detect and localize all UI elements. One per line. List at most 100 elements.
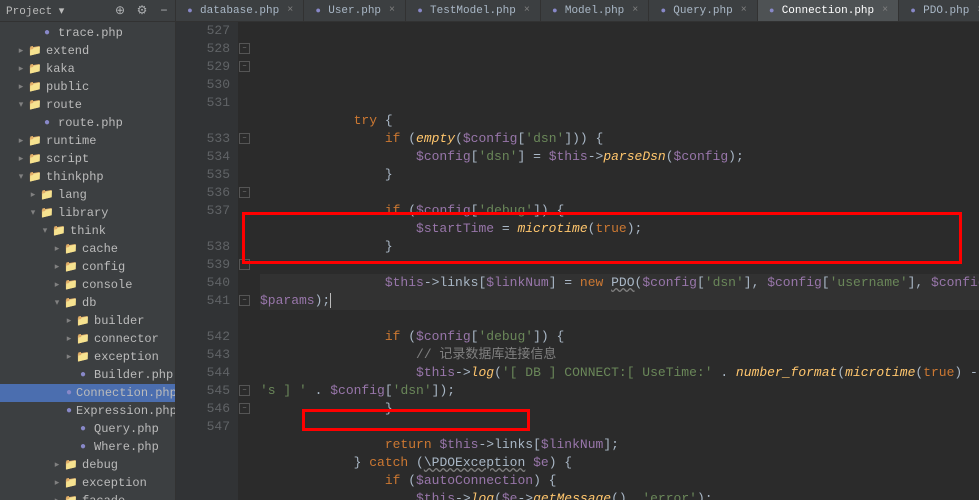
tab-model-php[interactable]: Model.php [541,0,649,21]
tree-item-builder-php[interactable]: Builder.php [0,366,175,384]
tab-pdo-php[interactable]: PDO.php [899,0,979,21]
tree-arrow[interactable] [52,298,62,308]
tree-item-public[interactable]: public [0,78,175,96]
gear-icon[interactable]: ⚙ [135,4,149,18]
tree-arrow[interactable] [64,316,74,326]
code-line[interactable] [260,310,979,328]
fold-marker[interactable] [239,385,250,396]
fold-marker[interactable] [239,43,250,54]
code-line[interactable]: $this->links[$linkNum] = new PDO($config… [260,274,979,292]
tree-item-think[interactable]: think [0,222,175,240]
code-line[interactable]: } [260,238,979,256]
tree-item-db[interactable]: db [0,294,175,312]
tree-item-thinkphp[interactable]: thinkphp [0,168,175,186]
tree-item-query-php[interactable]: Query.php [0,420,175,438]
tree-arrow[interactable] [52,496,62,500]
code-line[interactable] [260,94,979,112]
code-line[interactable]: $params); [260,292,979,310]
code-line[interactable] [260,184,979,202]
tree-arrow[interactable] [16,100,26,110]
tree-item-expression-php[interactable]: Expression.php [0,402,175,420]
tree-item-lang[interactable]: lang [0,186,175,204]
close-icon[interactable] [880,6,890,16]
tree-arrow[interactable] [16,82,26,92]
code-line[interactable]: if ($config['debug']) { [260,202,979,220]
code-content[interactable]: try { if (empty($config['dsn'])) { $conf… [252,22,979,500]
tree-arrow[interactable] [52,478,62,488]
code-line[interactable] [260,256,979,274]
tree-arrow[interactable] [28,190,38,200]
fold-marker[interactable] [239,187,250,198]
tree-item-extend[interactable]: extend [0,42,175,60]
tree-item-exception[interactable]: exception [0,474,175,492]
fold-marker[interactable] [239,61,250,72]
tree-item-cache[interactable]: cache [0,240,175,258]
code-line[interactable]: // 记录数据库连接信息 [260,346,979,364]
code-line[interactable] [260,418,979,436]
close-icon[interactable] [387,6,397,16]
tree-item-route-php[interactable]: route.php [0,114,175,132]
tree-item-builder[interactable]: builder [0,312,175,330]
tree-item-config[interactable]: config [0,258,175,276]
tree-item-kaka[interactable]: kaka [0,60,175,78]
tree-item-connection-php[interactable]: Connection.php [0,384,175,402]
tree-arrow[interactable] [52,460,62,470]
close-icon[interactable] [975,6,979,16]
code-editor[interactable]: 5275285295305315335345355365375385395405… [176,22,979,500]
tree-item-console[interactable]: console [0,276,175,294]
tree-arrow[interactable] [16,136,26,146]
tree-label: config [82,260,125,274]
tree-arrow[interactable] [40,226,50,236]
sidebar-title[interactable]: Project ▾ [4,4,113,18]
tree-item-where-php[interactable]: Where.php [0,438,175,456]
tree-item-trace-php[interactable]: trace.php [0,24,175,42]
tree-arrow[interactable] [64,352,74,362]
tree-arrow[interactable] [52,262,62,272]
tree-item-facade[interactable]: facade [0,492,175,500]
hide-icon[interactable]: − [157,4,171,18]
close-icon[interactable] [630,6,640,16]
tab-user-php[interactable]: User.php [304,0,406,21]
code-line[interactable]: $this->log('[ DB ] CONNECT:[ UseTime:' .… [260,364,979,382]
tree-item-library[interactable]: library [0,204,175,222]
tree-arrow[interactable] [28,208,38,218]
tree-arrow[interactable] [16,154,26,164]
code-line[interactable]: return $this->links[$linkNum]; [260,436,979,454]
code-line[interactable]: $this->log($e->getMessage(), 'error'); [260,490,979,500]
code-line[interactable]: $startTime = microtime(true); [260,220,979,238]
fold-marker[interactable] [239,259,250,270]
code-line[interactable]: try { [260,112,979,130]
tree-item-script[interactable]: script [0,150,175,168]
tree-arrow[interactable] [52,280,62,290]
tree-arrow[interactable] [16,64,26,74]
tab-database-php[interactable]: database.php [176,0,304,21]
tree-item-route[interactable]: route [0,96,175,114]
code-line[interactable]: 's ] ' . $config['dsn']); [260,382,979,400]
project-tree[interactable]: trace.phpextendkakapublicrouteroute.phpr… [0,22,175,500]
tree-item-exception[interactable]: exception [0,348,175,366]
close-icon[interactable] [522,6,532,16]
tree-arrow[interactable] [16,172,26,182]
close-icon[interactable] [285,6,295,16]
tab-testmodel-php[interactable]: TestModel.php [406,0,541,21]
tree-arrow[interactable] [52,244,62,254]
code-line[interactable]: if ($autoConnection) { [260,472,979,490]
code-line[interactable]: } [260,166,979,184]
fold-marker[interactable] [239,133,250,144]
tree-item-connector[interactable]: connector [0,330,175,348]
tree-arrow[interactable] [16,46,26,56]
tree-item-runtime[interactable]: runtime [0,132,175,150]
code-line[interactable]: if ($config['debug']) { [260,328,979,346]
collapse-icon[interactable]: ⊕ [113,4,127,18]
tree-item-debug[interactable]: debug [0,456,175,474]
code-line[interactable]: } catch (\PDOException $e) { [260,454,979,472]
tree-arrow[interactable] [64,334,74,344]
code-line[interactable]: $config['dsn'] = $this->parseDsn($config… [260,148,979,166]
tab-query-php[interactable]: Query.php [649,0,757,21]
code-line[interactable]: } [260,400,979,418]
code-line[interactable]: if (empty($config['dsn'])) { [260,130,979,148]
close-icon[interactable] [739,6,749,16]
fold-marker[interactable] [239,403,250,414]
fold-marker[interactable] [239,295,250,306]
tab-connection-php[interactable]: Connection.php [758,0,899,21]
